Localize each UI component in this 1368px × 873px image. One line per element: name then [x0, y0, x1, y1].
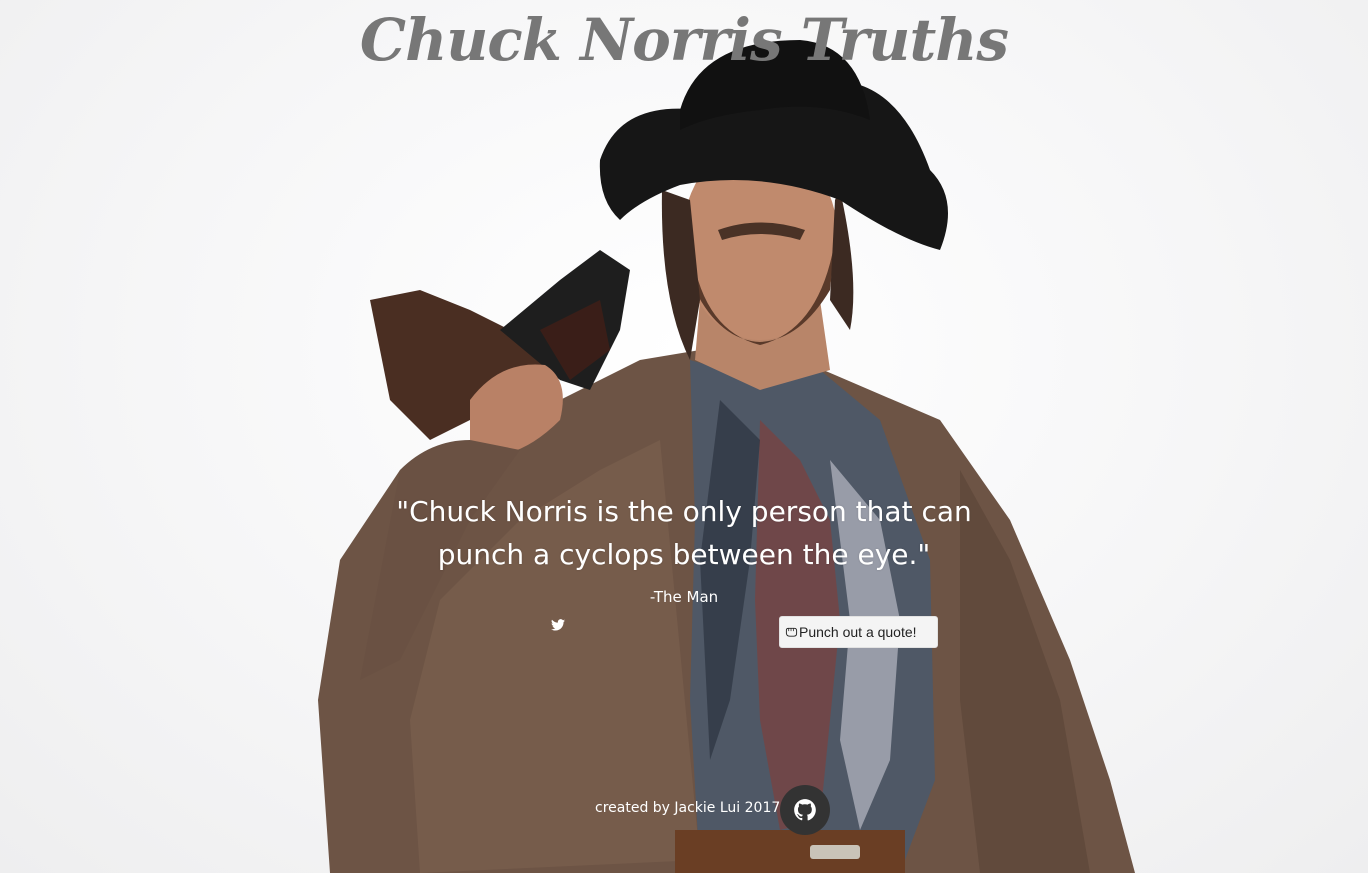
quote-block: "Chuck Norris is the only person that ca…: [384, 490, 984, 606]
page-title: Chuck Norris Truths: [359, 6, 1009, 74]
punch-quote-label: Punch out a quote!: [799, 624, 917, 640]
background-photo: [318, 40, 1135, 873]
quote-text: "Chuck Norris is the only person that ca…: [396, 495, 972, 571]
github-button[interactable]: [780, 785, 830, 835]
punch-quote-button[interactable]: Punch out a quote!: [779, 616, 938, 648]
credit-text: created by Jackie Lui 2017: [595, 800, 781, 816]
tweet-button[interactable]: [551, 616, 567, 631]
page: Chuck Norris Truths "Chuck Norris is the…: [0, 0, 1368, 873]
github-icon: [794, 799, 816, 821]
fist-icon: [785, 627, 798, 637]
quote-author: -The Man: [649, 588, 719, 606]
twitter-icon: [551, 619, 565, 631]
